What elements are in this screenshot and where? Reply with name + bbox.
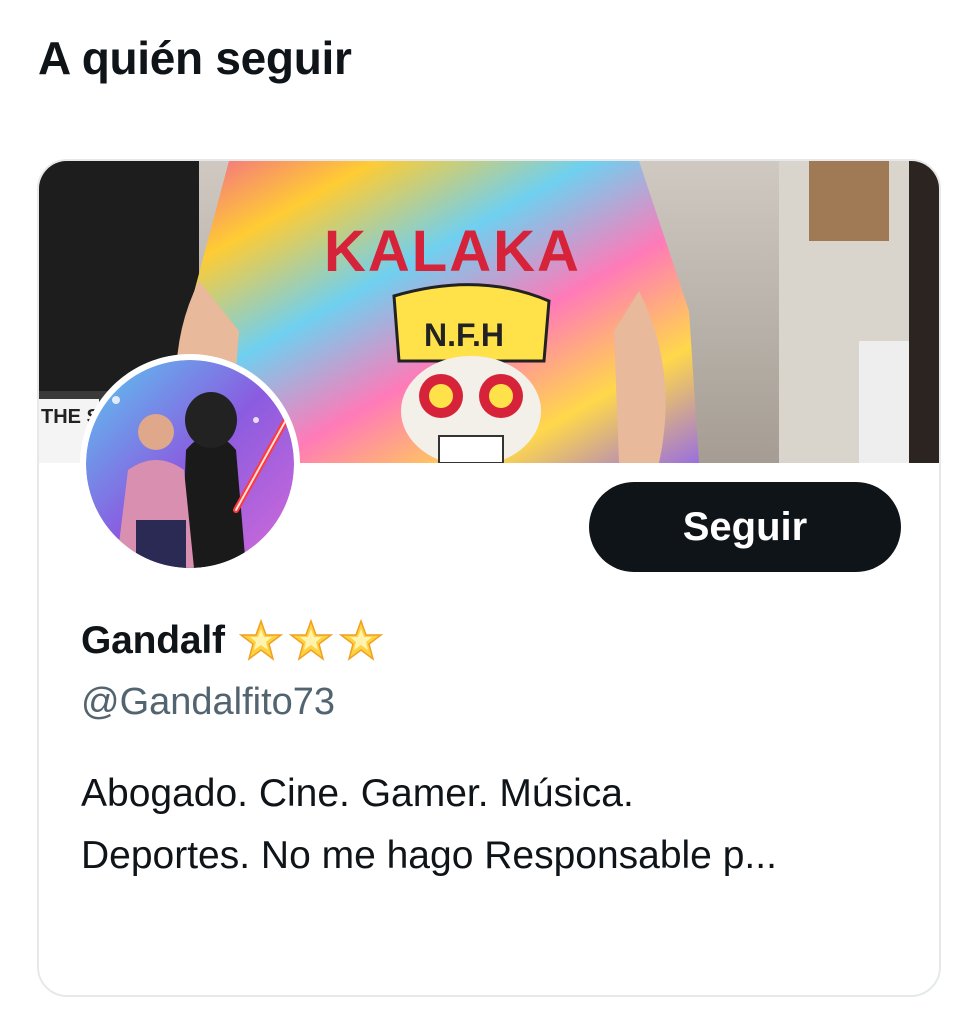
glowing-star-icon bbox=[338, 618, 384, 661]
user-bio: Abogado. Cine. Gamer. Música. Deportes. … bbox=[81, 763, 911, 887]
banner-cap-text: N.F.H bbox=[424, 317, 504, 353]
display-name[interactable]: Gandalf bbox=[81, 619, 225, 663]
display-name-row[interactable]: Gandalf bbox=[81, 611, 385, 671]
avatar-image bbox=[86, 360, 294, 568]
bio-line: Deportes. No me hago Responsable p... bbox=[81, 834, 777, 877]
bio-line: Abogado. Cine. Gamer. Música. bbox=[81, 772, 634, 815]
section-title: A quién seguir bbox=[38, 32, 352, 84]
banner-shirt-text: KALAKA bbox=[324, 219, 581, 284]
user-handle[interactable]: @Gandalfito73 bbox=[81, 676, 335, 728]
avatar[interactable] bbox=[80, 354, 300, 574]
follow-button[interactable]: Seguir bbox=[589, 482, 901, 572]
name-emoji-group bbox=[237, 617, 385, 665]
glowing-star-icon bbox=[238, 618, 284, 661]
who-to-follow-card[interactable]: KALAKA N.F.H THE ST Seguir Gandalf @Gand… bbox=[37, 159, 941, 997]
glowing-star-icon bbox=[288, 618, 334, 661]
